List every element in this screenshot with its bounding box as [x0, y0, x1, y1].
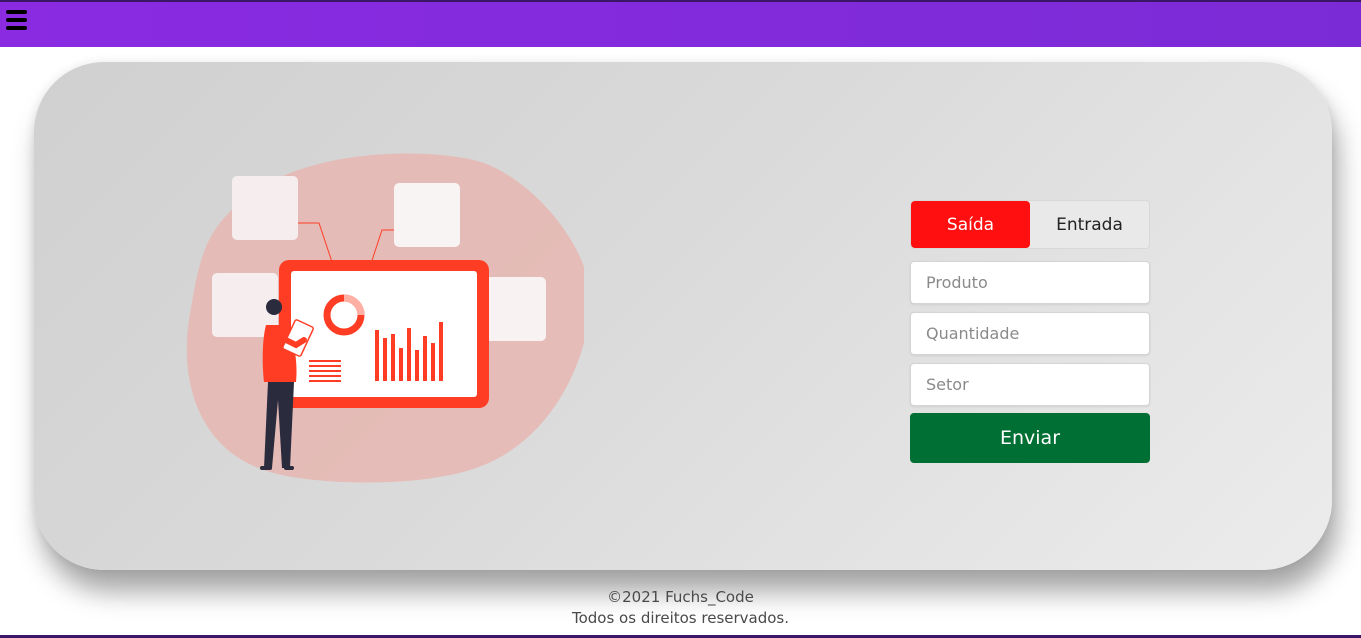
main-card: Saída Entrada Enviar — [34, 62, 1332, 570]
quantidade-input[interactable] — [910, 312, 1150, 355]
analyst-chart-illustration — [186, 153, 584, 483]
tab-entrada[interactable]: Entrada — [1030, 201, 1149, 248]
setor-input[interactable] — [910, 363, 1150, 406]
produto-input[interactable] — [910, 261, 1150, 304]
movement-type-tabs: Saída Entrada — [910, 200, 1150, 249]
top-navbar — [0, 0, 1361, 47]
rights-text: Todos os direitos reservados. — [571, 609, 790, 627]
tab-saida[interactable]: Saída — [911, 201, 1030, 248]
floating-card — [232, 176, 298, 240]
page-footer: ©2021 Fuchs_Code Todos os direitos reser… — [0, 587, 1361, 629]
floating-card — [480, 277, 546, 341]
enviar-button[interactable]: Enviar — [910, 413, 1150, 463]
hamburger-menu-icon[interactable] — [6, 10, 28, 36]
floating-card — [394, 183, 460, 247]
copyright-text: ©2021 Fuchs_Code — [607, 588, 754, 606]
stock-movement-form: Saída Entrada Enviar — [910, 200, 1150, 463]
